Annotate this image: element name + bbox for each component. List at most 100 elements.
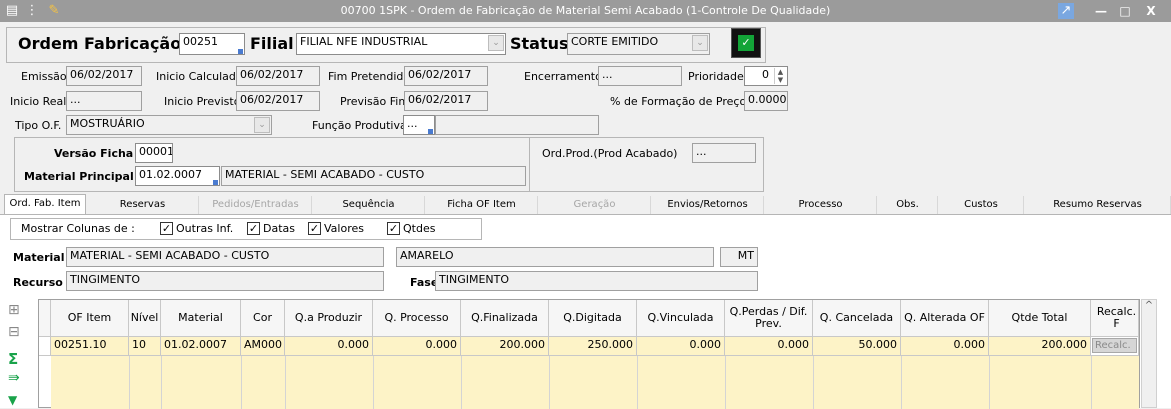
cell-q-vinculada[interactable]: 0.000 xyxy=(637,337,725,356)
col-q-perdas[interactable]: Q.Perdas / Dif. Prev. xyxy=(725,300,813,337)
cell-of-item[interactable]: 00251.10 xyxy=(51,337,129,356)
funcao-code-field[interactable]: ... xyxy=(403,115,435,135)
cell-q-alterada[interactable]: 0.000 xyxy=(901,337,989,356)
export-icon[interactable]: ⇛ xyxy=(8,370,24,386)
vertical-scrollbar[interactable]: ^ xyxy=(1141,299,1157,408)
tab-ord-fab-item[interactable]: Ord. Fab. Item xyxy=(4,194,86,214)
item-material-label: Material xyxy=(13,251,65,264)
col-q-alterada[interactable]: Q. Alterada OF xyxy=(901,300,989,337)
encerramento-field[interactable]: ... xyxy=(598,66,682,86)
cell-q-perdas[interactable]: 0.000 xyxy=(725,337,813,356)
filial-label: Filial xyxy=(250,34,294,53)
col-material[interactable]: Material xyxy=(161,300,241,337)
tab-geracao[interactable]: Geração xyxy=(539,196,651,214)
tab-sequencia[interactable]: Sequência xyxy=(313,196,425,214)
cell-cor[interactable]: AM000 xyxy=(241,337,285,356)
tab-reservas[interactable]: Reservas xyxy=(87,196,199,214)
ordprod-label: Ord.Prod.(Prod Acabado) xyxy=(542,147,678,160)
cell-q-cancelada[interactable]: 50.000 xyxy=(813,337,901,356)
cell-nivel[interactable]: 10 xyxy=(129,337,161,356)
chevron-down-icon[interactable]: ⌄ xyxy=(254,117,270,133)
close-button[interactable]: X xyxy=(1140,2,1162,20)
encerramento-label: Encerramento xyxy=(524,70,602,83)
versao-field[interactable]: 00001 xyxy=(135,143,173,163)
status-value: CORTE EMITIDO xyxy=(571,35,659,48)
row-indicator[interactable] xyxy=(39,337,51,356)
cell-q-digitada[interactable]: 250.000 xyxy=(549,337,637,356)
inicio-real-field[interactable]: ... xyxy=(66,91,142,111)
cell-qtde-total[interactable]: 200.000 xyxy=(989,337,1091,356)
material-principal-label: Material Principal xyxy=(24,170,134,183)
tab-envios-retornos[interactable]: Envios/Retornos xyxy=(652,196,764,214)
cell-q-processo[interactable]: 0.000 xyxy=(373,337,461,356)
tab-resumo-reservas[interactable]: Resumo Reservas xyxy=(1025,196,1171,214)
prioridade-stepper[interactable]: 0 ▲ ▼ xyxy=(744,66,788,86)
funcao-label: Função Produtiva xyxy=(312,119,407,132)
checkbox-qtdes-label: Qtdes xyxy=(403,222,436,235)
col-qtde-total[interactable]: Qtde Total xyxy=(989,300,1091,337)
cell-q-finalizada[interactable]: 200.000 xyxy=(461,337,549,356)
sum-icon[interactable]: Σ xyxy=(8,350,24,368)
checkbox-outras[interactable]: ✓ xyxy=(160,222,173,235)
scroll-up-icon[interactable]: ^ xyxy=(1142,300,1156,311)
fim-pret-field[interactable]: 06/02/2017 xyxy=(404,66,488,86)
col-cor[interactable]: Cor xyxy=(241,300,285,337)
status-select[interactable]: CORTE EMITIDO ⌄ xyxy=(567,33,710,55)
inicio-calc-label: Inicio Calculado xyxy=(156,70,243,83)
previsao-fim-field[interactable]: 06/02/2017 xyxy=(404,91,488,111)
cell-q-produzir[interactable]: 0.000 xyxy=(285,337,373,356)
inicio-calc-field[interactable]: 06/02/2017 xyxy=(236,66,320,86)
tab-pedidos-entradas[interactable]: Pedidos/Entradas xyxy=(200,196,312,214)
col-q-produzir[interactable]: Q.a Produzir xyxy=(285,300,373,337)
arrow-down-icon[interactable]: ▼ xyxy=(8,393,24,407)
ordem-value: 00251 xyxy=(183,35,218,48)
maximize-button[interactable]: □ xyxy=(1114,2,1136,20)
tipo-of-label: Tipo O.F. xyxy=(15,119,62,132)
add-row-icon[interactable]: ⊞ xyxy=(8,302,24,318)
tipo-of-select[interactable]: MOSTRUÁRIO ⌄ xyxy=(66,115,272,135)
chevron-down-icon[interactable]: ⌄ xyxy=(488,35,504,51)
tab-custos[interactable]: Custos xyxy=(939,196,1024,214)
chevron-down-icon[interactable]: ⌄ xyxy=(692,35,708,51)
funcao-value: ... xyxy=(407,117,418,130)
confirm-button[interactable]: ✓ xyxy=(731,28,761,58)
material-principal-code[interactable]: 01.02.0007 xyxy=(135,166,220,186)
minimize-button[interactable]: — xyxy=(1090,2,1112,20)
cell-material[interactable]: 01.02.0007 xyxy=(161,337,241,356)
col-q-vinculada[interactable]: Q.Vinculada xyxy=(637,300,725,337)
tipo-of-value: MOSTRUÁRIO xyxy=(70,117,145,130)
spin-icon[interactable]: ▲ ▼ xyxy=(774,68,786,84)
help-icon[interactable]: ↗ xyxy=(1058,3,1074,19)
col-q-processo[interactable]: Q. Processo xyxy=(373,300,461,337)
emissao-field[interactable]: 06/02/2017 xyxy=(66,66,142,86)
tab-obs[interactable]: Obs. xyxy=(878,196,938,214)
formacao-field[interactable]: 0.0000 xyxy=(744,91,788,111)
checkbox-outras-label: Outras Inf. xyxy=(176,222,234,235)
col-of-item[interactable]: OF Item xyxy=(51,300,129,337)
item-cor-field: AMARELO xyxy=(396,247,714,267)
tab-processo[interactable]: Processo xyxy=(765,196,877,214)
fim-pret-label: Fim Pretendido xyxy=(328,70,411,83)
prioridade-label: Prioridade xyxy=(688,70,744,83)
remove-row-icon[interactable]: ⊟ xyxy=(8,324,24,340)
ordem-label: Ordem Fabricação xyxy=(18,34,182,53)
ordem-input[interactable]: 00251 xyxy=(179,33,245,55)
recalc-button[interactable]: Recalc. xyxy=(1092,338,1137,353)
inicio-prev-field[interactable]: 06/02/2017 xyxy=(236,91,320,111)
checkbox-datas[interactable]: ✓ xyxy=(247,222,260,235)
window-title: 00700 1SPK - Ordem de Fabricação de Mate… xyxy=(340,4,831,17)
recurso-label: Recurso xyxy=(13,276,63,289)
emissao-label: Emissão xyxy=(21,70,67,83)
recurso-field: TINGIMENTO xyxy=(66,271,384,291)
col-recalc[interactable]: Recalc. F xyxy=(1091,300,1139,337)
col-nivel[interactable]: Nível xyxy=(129,300,161,337)
col-q-finalizada[interactable]: Q.Finalizada xyxy=(461,300,549,337)
col-q-digitada[interactable]: Q.Digitada xyxy=(549,300,637,337)
ordprod-field[interactable]: ... xyxy=(692,143,756,163)
checkbox-qtdes[interactable]: ✓ xyxy=(387,222,400,235)
inicio-prev-label: Inicio Previsto xyxy=(164,95,241,108)
tab-ficha-of-item[interactable]: Ficha OF Item xyxy=(426,196,538,214)
filial-select[interactable]: FILIAL NFE INDUSTRIAL ⌄ xyxy=(296,33,506,55)
checkbox-valores[interactable]: ✓ xyxy=(308,222,321,235)
col-q-cancelada[interactable]: Q. Cancelada xyxy=(813,300,901,337)
